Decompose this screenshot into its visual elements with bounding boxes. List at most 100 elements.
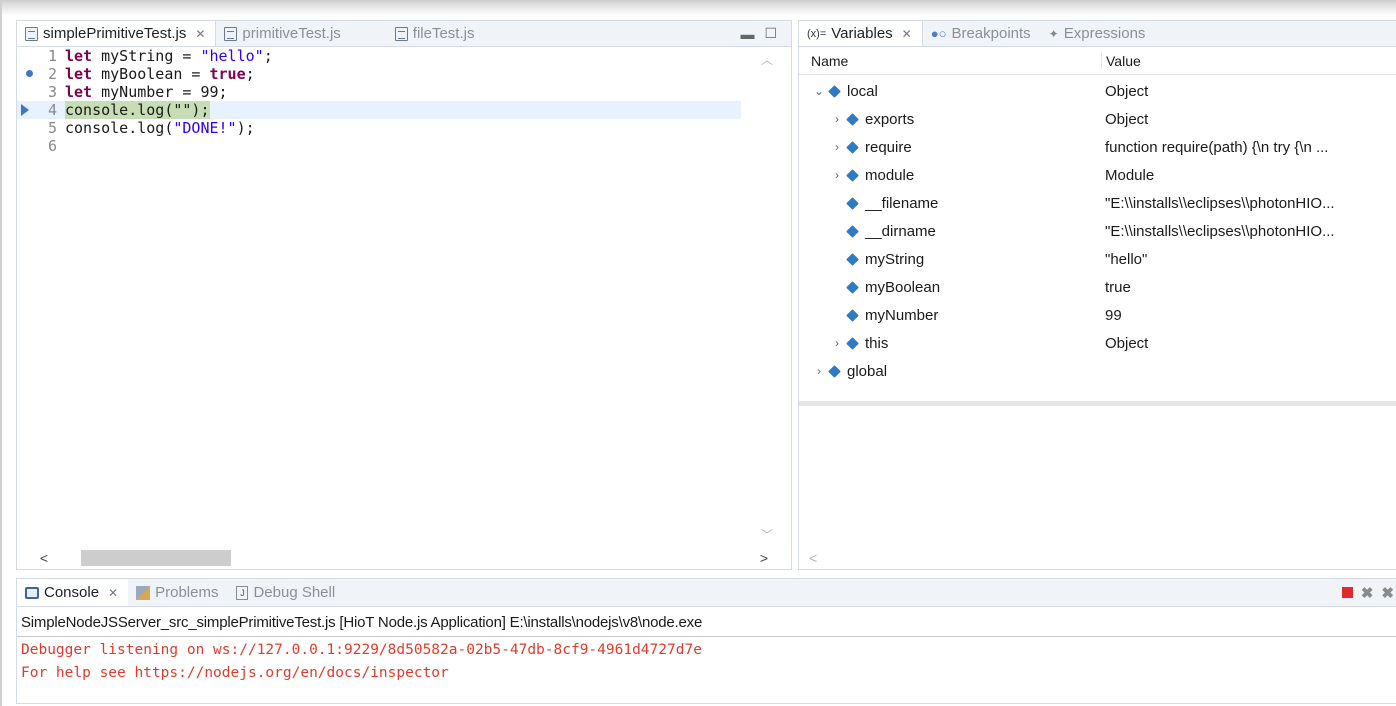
keyword-token: let [65, 65, 93, 83]
code-token: myString = [92, 47, 201, 65]
scroll-down-icon[interactable]: ﹀ [761, 526, 773, 543]
tab-primitive-test[interactable]: primitiveTest.js [216, 21, 350, 46]
variable-icon [846, 252, 859, 266]
keyword-token: true [209, 65, 246, 83]
variable-value: Object [1105, 334, 1149, 352]
variable-row[interactable]: › exports Object [799, 105, 1396, 133]
tab-expressions[interactable]: ✦ Expressions [1041, 21, 1156, 46]
code-line[interactable]: 5 console.log("DONE!"); [17, 119, 741, 137]
code-line[interactable]: 1 let myString = "hello"; [17, 47, 741, 65]
tab-variables[interactable]: (x)= Variables ✕ [799, 21, 923, 46]
code-area[interactable]: 1 let myString = "hello"; 2 let myBoolean =… [17, 47, 741, 547]
scroll-up-icon[interactable]: ︿ [761, 51, 773, 68]
console-panel: Console ✕ Problems J Debug Shell ✖ ✖ Sim… [16, 578, 1396, 704]
tab-label: Variables [831, 25, 893, 42]
scroll-left-icon[interactable]: < [17, 550, 71, 566]
close-icon[interactable]: ✕ [902, 27, 912, 41]
gutter[interactable] [17, 137, 39, 155]
variable-name: myNumber [865, 306, 939, 324]
column-header-name[interactable]: Name [799, 53, 1101, 69]
tab-problems[interactable]: Problems [128, 579, 228, 606]
variable-icon [846, 168, 859, 182]
line-number: 1 [47, 47, 57, 65]
chevron-right-icon[interactable]: › [811, 364, 827, 378]
tab-file-test[interactable]: fileTest.js [351, 21, 485, 46]
console-output[interactable]: Debugger listening on ws://127.0.0.1:922… [21, 639, 1396, 685]
code-line[interactable]: 6 [17, 137, 741, 155]
editor-horizontal-scrollbar[interactable]: < > [17, 547, 791, 569]
problems-icon [136, 585, 151, 600]
close-icon[interactable]: ✕ [108, 586, 118, 600]
breakpoint-icon[interactable] [26, 70, 33, 77]
tab-label: Console [44, 584, 100, 601]
variable-row[interactable]: › this Object [799, 329, 1396, 357]
console-line: For help see https://nodejs.org/en/docs/… [21, 665, 449, 681]
line-number: 3 [47, 83, 57, 101]
js-file-icon [224, 26, 238, 41]
tab-debug-shell[interactable]: J Debug Shell [228, 579, 345, 606]
tab-breakpoints[interactable]: ●○ Breakpoints [923, 21, 1041, 46]
variable-icon [846, 224, 859, 238]
scroll-thumb[interactable] [81, 550, 231, 566]
variable-row[interactable]: myBoolean true [799, 273, 1396, 301]
chevron-right-icon[interactable]: › [829, 336, 845, 350]
column-header-value[interactable]: Value [1101, 52, 1396, 69]
remove-all-icon[interactable]: ✖ [1381, 584, 1394, 602]
tab-label: primitiveTest.js [242, 25, 341, 42]
gutter[interactable] [17, 47, 39, 65]
tab-simple-primitive-test[interactable]: simplePrimitiveTest.js ✕ [17, 21, 217, 46]
console-toolbar: ✖ ✖ [1341, 579, 1396, 606]
gutter[interactable] [17, 101, 39, 119]
gutter[interactable] [17, 83, 39, 101]
variable-value: "E:\\installs\\eclipses\\photonHIO... [1105, 194, 1335, 212]
variable-name: local [847, 82, 878, 100]
variable-name-cell: myString [799, 251, 1101, 268]
variable-row[interactable]: __filename "E:\\installs\\eclipses\\photo… [799, 189, 1396, 217]
line-number: 4 [47, 101, 57, 119]
scroll-track[interactable] [77, 550, 731, 566]
editor-vertical-scrollbar[interactable]: ︿ ﹀ [747, 47, 791, 547]
code-line[interactable]: 3 let myNumber = 99; [17, 83, 741, 101]
close-icon[interactable]: ✕ [195, 27, 205, 41]
variable-icon [846, 308, 859, 322]
code-text: let myBoolean = true; [65, 65, 255, 83]
maximize-icon[interactable]: ☐ [764, 25, 777, 42]
variable-row[interactable]: › module Module [799, 161, 1396, 189]
variable-row[interactable]: ⌄ local Object [799, 77, 1396, 105]
variable-row[interactable]: myNumber 99 [799, 301, 1396, 329]
scroll-right-icon[interactable]: > [737, 550, 791, 566]
gutter[interactable] [17, 119, 39, 137]
variable-row[interactable]: __dirname "E:\\installs\\eclipses\\photon… [799, 217, 1396, 245]
process-label: SimpleNodeJSServer_src_simplePrimitiveTe… [17, 609, 1396, 637]
code-line[interactable]: 4 console.log(""); [17, 101, 741, 119]
detail-pane-divider[interactable] [799, 401, 1396, 406]
gutter[interactable] [17, 65, 39, 83]
tab-label: Expressions [1063, 25, 1146, 42]
variables-horizontal-scrollbar[interactable]: < [799, 547, 1396, 569]
variable-row[interactable]: myString "hello" [799, 245, 1396, 273]
variable-name: module [865, 166, 915, 184]
code-token: myBoolean = [92, 65, 210, 83]
code-line[interactable]: 2 let myBoolean = true; [17, 65, 741, 83]
code-token: myNumber = 99; [92, 83, 228, 101]
debug-shell-icon: J [236, 585, 249, 600]
chevron-down-icon[interactable]: ⌄ [811, 84, 827, 98]
tab-console[interactable]: Console ✕ [17, 579, 129, 606]
scroll-left-icon[interactable]: < [809, 550, 817, 566]
variable-value: Module [1105, 166, 1155, 184]
chevron-right-icon[interactable]: › [829, 140, 845, 154]
minimize-icon[interactable]: ▬ [740, 26, 754, 42]
code-text: console.log(""); [65, 101, 210, 119]
variable-row[interactable]: › require function require(path) {\n try {… [799, 133, 1396, 161]
variable-name: require [865, 138, 912, 156]
code-token: ; [245, 65, 255, 83]
chevron-right-icon[interactable]: › [829, 168, 845, 182]
variable-name-cell: › exports [799, 111, 1101, 128]
remove-launch-icon[interactable]: ✖ [1361, 584, 1374, 602]
code-token: ); [236, 119, 255, 137]
chevron-right-icon[interactable]: › [829, 112, 845, 126]
variable-value: Object [1105, 110, 1149, 128]
terminate-icon[interactable] [1341, 587, 1353, 598]
variable-icon [828, 84, 841, 98]
variable-row[interactable]: › global [799, 357, 1396, 385]
